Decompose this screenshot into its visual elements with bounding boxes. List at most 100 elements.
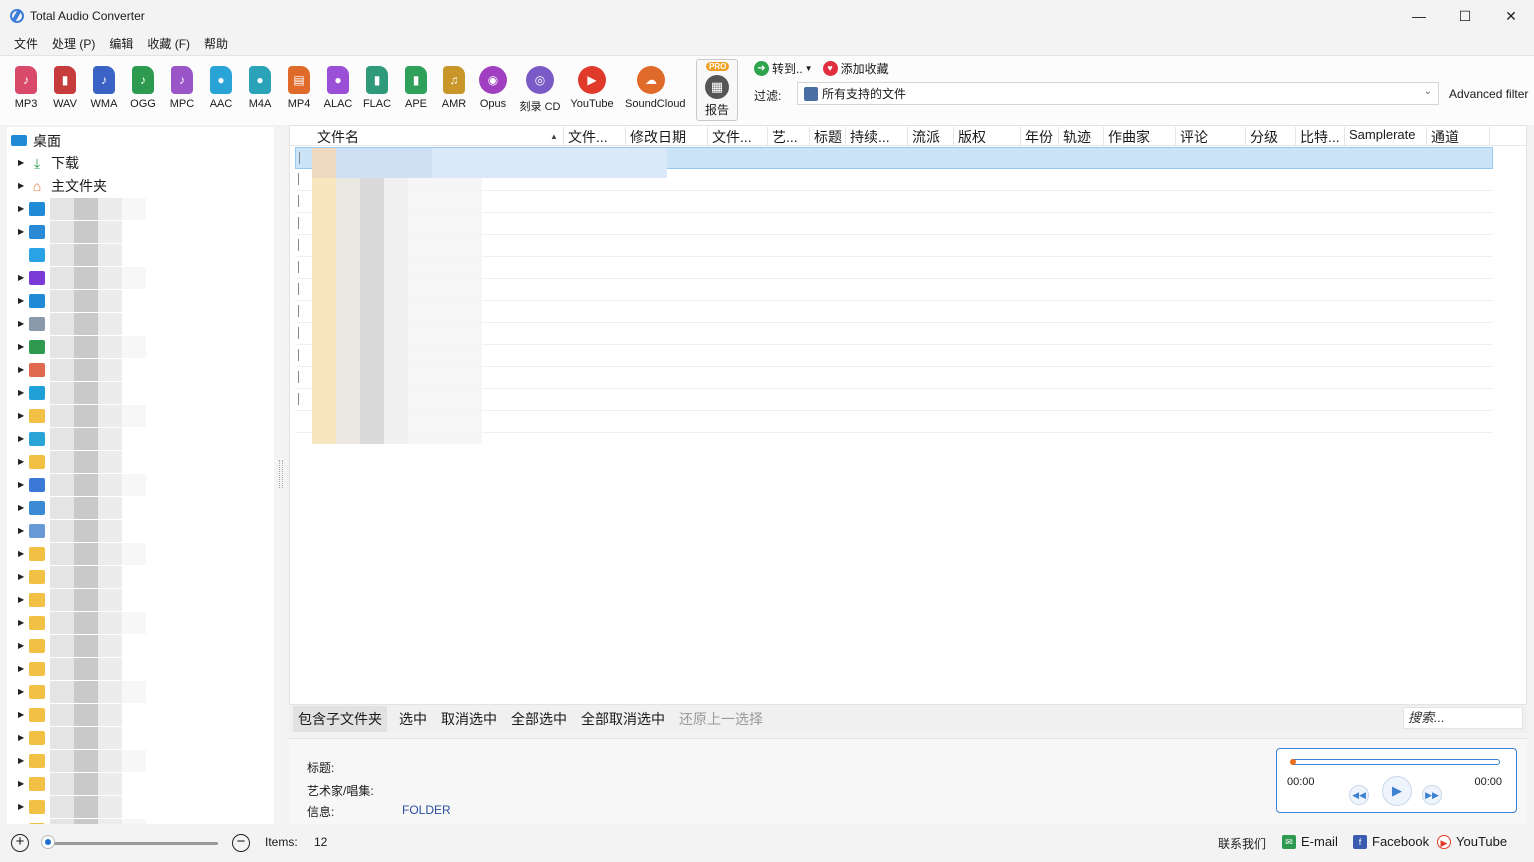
tree-item[interactable]: ▶ xyxy=(7,404,274,427)
row-checkbox[interactable] xyxy=(298,393,308,405)
expand-arrow-icon[interactable]: ▶ xyxy=(18,664,27,673)
tree-item[interactable]: ▶ xyxy=(7,795,274,818)
column-header[interactable]: 年份 xyxy=(1021,127,1059,146)
format-button-mpc[interactable]: ♪ MPC xyxy=(163,66,201,110)
expand-arrow-icon[interactable]: ▶ xyxy=(18,457,27,466)
format-button-mp4[interactable]: ▤ MP4 xyxy=(280,66,318,110)
expand-arrow-icon[interactable]: ▶ xyxy=(18,204,27,213)
row-checkbox[interactable] xyxy=(299,152,309,164)
row-checkbox[interactable] xyxy=(298,283,308,295)
panel-splitter[interactable] xyxy=(279,460,283,488)
expand-arrow-icon[interactable]: ▶ xyxy=(18,342,27,351)
tree-item[interactable]: ▶ xyxy=(7,519,274,542)
expand-arrow-icon[interactable]: ▶ xyxy=(18,618,27,627)
tree-item[interactable]: ▶ xyxy=(7,588,274,611)
format-button-alac[interactable]: ● ALAC xyxy=(319,66,357,110)
column-header[interactable]: 文件... xyxy=(564,127,626,146)
tree-item[interactable]: ▶ xyxy=(7,565,274,588)
column-header[interactable]: 标题 xyxy=(810,127,846,146)
zoom-slider-handle[interactable] xyxy=(41,835,55,849)
zoom-in-icon[interactable]: + xyxy=(11,834,29,852)
add-favorite-button[interactable]: 添加收藏 xyxy=(841,60,889,77)
column-header[interactable]: 艺... xyxy=(768,127,810,146)
format-button-youtube[interactable]: ▶ YouTube xyxy=(567,66,617,110)
column-header[interactable]: 文件... xyxy=(708,127,768,146)
expand-arrow-icon[interactable]: ▶ xyxy=(18,595,27,604)
expand-arrow-icon[interactable]: ▶ xyxy=(18,756,27,765)
filter-select[interactable]: 所有支持的文件 ⌄ xyxy=(797,82,1439,105)
column-header[interactable]: 通道 xyxy=(1427,127,1490,146)
tree-item-downloads[interactable]: ▶ ⤓ 下载 xyxy=(7,151,274,174)
tree-item[interactable]: ▶ xyxy=(7,358,274,381)
tree-item[interactable]: ▶ xyxy=(7,703,274,726)
tree-item-desktop[interactable]: 桌面 xyxy=(7,129,274,152)
tree-item[interactable]: ▶ xyxy=(7,289,274,312)
zoom-out-icon[interactable]: − xyxy=(232,834,250,852)
expand-arrow-icon[interactable]: ▶ xyxy=(18,641,27,650)
tree-item[interactable]: ▶ xyxy=(7,427,274,450)
tree-item[interactable]: ▶ xyxy=(7,312,274,335)
restore-selection-button[interactable]: 还原上一选择 xyxy=(679,709,763,729)
file-list[interactable]: 文件名 文件... 修改日期 文件... 艺... 标题 持续... 流派 版权 年份 轨迹 作曲家评… xyxy=(289,125,1527,705)
menu-favorites[interactable]: 收藏 (F) xyxy=(140,35,197,52)
tree-item[interactable]: ▶ xyxy=(7,657,274,680)
tree-item[interactable]: ▶ xyxy=(7,473,274,496)
expand-arrow-icon[interactable]: ▶ xyxy=(18,388,27,397)
format-button-ape[interactable]: ▮ APE xyxy=(397,66,435,110)
format-button-soundcloud[interactable]: ☁ SoundCloud xyxy=(625,66,686,110)
search-input[interactable]: 搜索... xyxy=(1403,707,1523,729)
expand-arrow-icon[interactable]: ▶ xyxy=(18,572,27,581)
tree-item[interactable]: ▶ xyxy=(7,266,274,289)
format-button-wma[interactable]: ♪ WMA xyxy=(85,66,123,110)
tree-item[interactable]: ▶ xyxy=(7,542,274,565)
expand-arrow-icon[interactable]: ▶ xyxy=(18,503,27,512)
expand-arrow-icon[interactable]: ▶ xyxy=(18,549,27,558)
tree-item[interactable]: ▶ xyxy=(7,496,274,519)
play-icon[interactable]: ▶ xyxy=(1382,776,1412,806)
row-checkbox[interactable] xyxy=(298,195,308,207)
column-header[interactable]: 版权 xyxy=(954,127,1021,146)
expand-arrow-icon[interactable]: ▶ xyxy=(18,227,27,236)
minimize-button[interactable]: — xyxy=(1396,0,1442,32)
menu-help[interactable]: 帮助 xyxy=(197,35,235,52)
contact-us-link[interactable]: 联系我们 xyxy=(1218,835,1266,852)
tree-item[interactable]: ▶ xyxy=(7,611,274,634)
tree-item[interactable]: ▶ xyxy=(7,634,274,657)
expand-arrow-icon[interactable]: ▶ xyxy=(18,181,27,190)
format-button-amr[interactable]: ♫ AMR xyxy=(435,66,473,110)
convert-to-button[interactable]: 转到.. xyxy=(772,60,803,77)
tree-item[interactable]: ▶ xyxy=(7,772,274,795)
format-button-ogg[interactable]: ♪ OGG xyxy=(124,66,162,110)
select-all-button[interactable]: 全部选中 xyxy=(511,709,567,729)
column-header[interactable]: 持续... xyxy=(846,127,908,146)
tree-item[interactable]: ▶ xyxy=(7,335,274,358)
expand-arrow-icon[interactable]: ▶ xyxy=(18,779,27,788)
expand-arrow-icon[interactable]: ▶ xyxy=(18,480,27,489)
expand-arrow-icon[interactable]: ▶ xyxy=(18,526,27,535)
row-checkbox[interactable] xyxy=(298,305,308,317)
expand-arrow-icon[interactable]: ▶ xyxy=(18,687,27,696)
dropdown-arrow-icon[interactable]: ▼ xyxy=(805,64,813,73)
expand-arrow-icon[interactable]: ▶ xyxy=(18,319,27,328)
row-checkbox[interactable] xyxy=(298,173,308,185)
select-button[interactable]: 选中 xyxy=(399,709,427,729)
tree-item[interactable]: ▶ xyxy=(7,220,274,243)
menu-process[interactable]: 处理 (P) xyxy=(45,35,102,52)
column-header[interactable]: 分级 xyxy=(1246,127,1296,146)
include-subfolders-button[interactable]: 包含子文件夹 xyxy=(293,706,387,732)
tree-item[interactable]: ▶ xyxy=(7,680,274,703)
format-button-wav[interactable]: ▮ WAV xyxy=(46,66,84,110)
format-button-m4a[interactable]: ● M4A xyxy=(241,66,279,110)
row-checkbox[interactable] xyxy=(298,349,308,361)
email-link[interactable]: ✉ E-mail xyxy=(1282,834,1338,849)
row-checkbox[interactable] xyxy=(298,327,308,339)
folder-tree[interactable]: 桌面 ▶ ⤓ 下载 ▶ ⌂ 主文件夹 ▶ ▶ ▶ ▶ ▶ ▶ ▶ ▶ ▶ ▶ ▶ ▶ ▶ ▶ ▶ ▶ ▶ ▶ ▶ ▶ ▶… xyxy=(7,127,274,824)
youtube-link[interactable]: ▶ YouTube xyxy=(1437,834,1507,849)
column-header[interactable]: 评论 xyxy=(1176,127,1246,146)
column-header[interactable]: 比特... xyxy=(1296,127,1345,146)
expand-arrow-icon[interactable]: ▶ xyxy=(18,365,27,374)
menu-edit[interactable]: 编辑 xyxy=(102,35,140,52)
tree-item[interactable]: ▶ xyxy=(7,450,274,473)
expand-arrow-icon[interactable]: ▶ xyxy=(18,411,27,420)
tree-item-home[interactable]: ▶ ⌂ 主文件夹 xyxy=(7,174,274,197)
